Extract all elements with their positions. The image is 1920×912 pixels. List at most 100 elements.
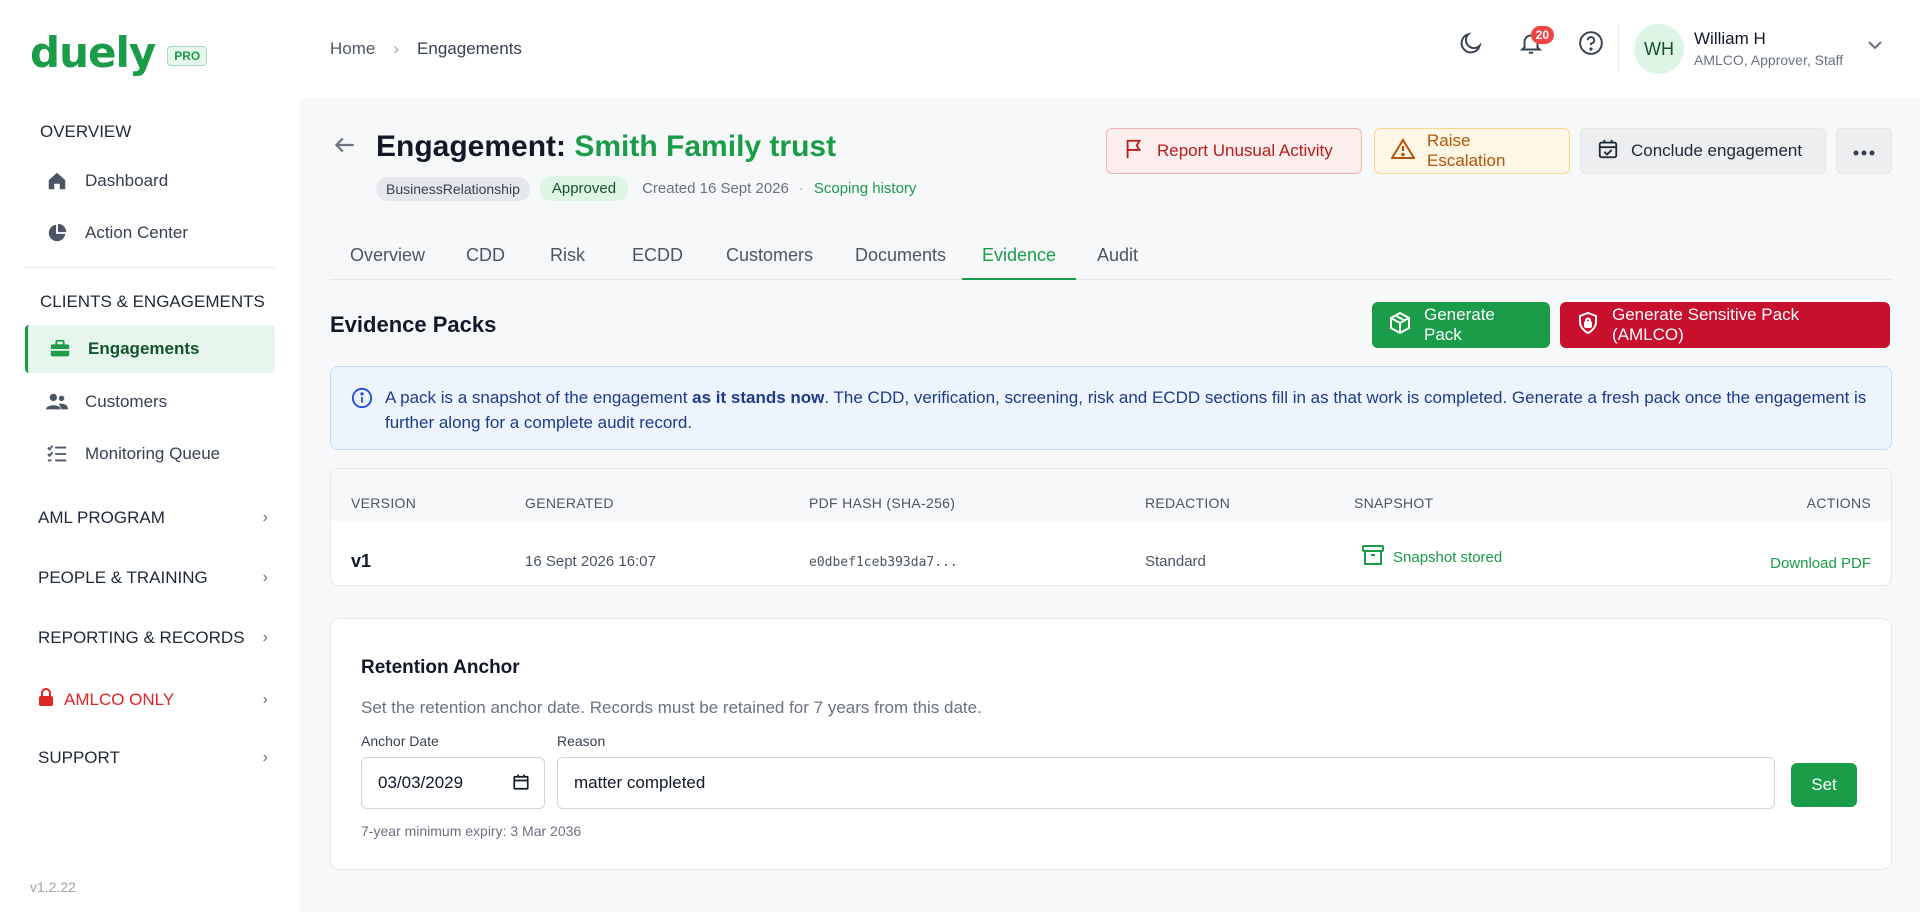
reason-label: Reason [557, 733, 606, 749]
generate-sensitive-label: Generate Sensitive Pack (AMLCO) [1612, 305, 1800, 344]
user-name[interactable]: William H [1694, 29, 1766, 49]
top-header: Home › Engagements 20 WH William H AMLCO… [300, 0, 1920, 98]
archive-icon [1361, 543, 1385, 571]
chevron-right-icon: › [262, 509, 268, 526]
tab-risk[interactable]: Risk [530, 245, 605, 280]
created-date: Created 16 Sept 2026 [642, 180, 789, 197]
sidebar-group-label: AML PROGRAM [38, 508, 165, 527]
arrow-left-icon [332, 137, 358, 162]
info-text-bold: as it stands now [692, 388, 825, 407]
pro-badge: PRO [167, 45, 208, 66]
sidebar-item-label: Action Center [85, 223, 188, 242]
sidebar-group-people-training[interactable]: PEOPLE & TRAINING › [38, 568, 268, 588]
back-button[interactable] [332, 132, 358, 163]
minimum-expiry-hint: 7-year minimum expiry: 3 Mar 2036 [361, 823, 582, 839]
breadcrumb-home[interactable]: Home [330, 39, 375, 59]
breadcrumb: Home › Engagements [330, 39, 522, 59]
sidebar-group-support[interactable]: SUPPORT › [38, 748, 268, 768]
sidebar-item-label: Dashboard [85, 171, 169, 190]
lock-icon [38, 688, 54, 711]
anchor-date-input[interactable]: 03/03/2029 [361, 757, 545, 809]
header-divider [1618, 24, 1619, 72]
sidebar-group-label: PEOPLE & TRAINING [38, 568, 208, 587]
report-unusual-activity-button[interactable]: Report Unusual Activity [1106, 128, 1362, 174]
column-header-generated: GENERATED [525, 495, 614, 511]
tab-customers[interactable]: Customers [706, 245, 833, 280]
help-button[interactable] [1576, 30, 1606, 60]
sidebar-item-customers[interactable]: Customers [25, 378, 275, 426]
report-label: Report Unusual Activity [1157, 141, 1333, 160]
generate-sensitive-pack-button[interactable]: Generate Sensitive Pack (AMLCO) [1560, 302, 1890, 348]
flag-icon [1123, 138, 1145, 165]
sidebar-group-amlco-only[interactable]: AMLCO ONLY › [38, 688, 268, 711]
breadcrumb-current[interactable]: Engagements [417, 39, 522, 59]
notifications-button[interactable]: 20 [1516, 26, 1554, 60]
column-header-pdf-hash: PDF HASH (SHA-256) [809, 495, 956, 511]
sidebar-item-label: Customers [85, 392, 168, 411]
cell-pdf-hash: e0dbef1ceb393da7... [809, 555, 958, 570]
sidebar-group-label: REPORTING & RECORDS [38, 628, 245, 647]
set-button[interactable]: Set [1791, 763, 1857, 807]
user-menu-toggle[interactable] [1866, 36, 1884, 59]
engagement-name: Smith Family trust [574, 130, 837, 163]
retention-anchor-card: Retention Anchor Set the retention ancho… [330, 618, 1892, 870]
info-callout: A pack is a snapshot of the engagement a… [330, 366, 1892, 450]
conclude-label: Conclude engagement [1631, 141, 1803, 160]
anchor-date-label: Anchor Date [361, 733, 439, 749]
cell-version: v1 [351, 551, 372, 571]
cell-snapshot: Snapshot stored [1361, 543, 1502, 571]
download-pdf-link[interactable]: Download PDF [1770, 555, 1871, 572]
chevron-right-icon: › [262, 749, 268, 766]
chevron-down-icon [1866, 41, 1884, 58]
tab-evidence[interactable]: Evidence [962, 245, 1077, 280]
sidebar-item-label: Monitoring Queue [85, 444, 221, 463]
page-title-prefix: Engagement: [376, 130, 567, 163]
tab-audit[interactable]: Audit [1077, 245, 1158, 280]
nav-divider [25, 267, 275, 268]
sidebar-item-dashboard[interactable]: Dashboard [25, 157, 275, 205]
tab-overview[interactable]: Overview [330, 245, 445, 280]
help-circle-icon [1578, 30, 1604, 61]
avatar[interactable]: WH [1634, 24, 1684, 74]
sidebar-item-label: Engagements [88, 339, 200, 358]
sidebar-item-action-center[interactable]: Action Center [25, 209, 275, 257]
chevron-right-icon: › [262, 569, 268, 586]
retention-anchor-description: Set the retention anchor date. Records m… [361, 698, 982, 717]
breadcrumb-separator: › [393, 39, 400, 58]
raise-escalation-button[interactable]: Raise Escalation [1374, 128, 1570, 174]
page-title: Engagement: Smith Family trust [376, 130, 836, 164]
scoping-history-link[interactable]: Scoping history [814, 180, 917, 197]
engagement-type-chip: BusinessRelationship [376, 176, 530, 201]
tab-cdd[interactable]: CDD [446, 245, 525, 280]
more-actions-button[interactable] [1836, 128, 1892, 174]
sidebar-group-aml-program[interactable]: AML PROGRAM › [38, 508, 268, 528]
nav-heading-overview: OVERVIEW [40, 122, 132, 141]
reason-input[interactable]: matter completed [557, 757, 1775, 809]
users-icon [45, 390, 69, 414]
sidebar-item-engagements[interactable]: Engagements [25, 325, 275, 373]
conclude-engagement-button[interactable]: Conclude engagement [1580, 128, 1826, 174]
calendar-check-icon [1597, 138, 1619, 165]
column-header-redaction: REDACTION [1145, 495, 1231, 511]
sidebar-item-monitoring-queue[interactable]: Monitoring Queue [25, 430, 275, 478]
retention-anchor-title: Retention Anchor [361, 657, 520, 678]
sidebar-group-reporting-records[interactable]: REPORTING & RECORDS › [38, 628, 268, 648]
brand-name: duely [30, 28, 156, 77]
notification-count-badge: 20 [1530, 26, 1554, 44]
generate-pack-button[interactable]: Generate Pack [1372, 302, 1550, 348]
sidebar-group-label: AMLCO ONLY [64, 689, 175, 709]
info-text-before: A pack is a snapshot of the engagement [385, 388, 693, 407]
user-roles: AMLCO, Approver, Staff [1694, 52, 1844, 68]
tab-ecdd[interactable]: ECDD [612, 245, 703, 280]
calendar-icon[interactable] [512, 773, 530, 796]
raise-label: Raise Escalation [1427, 131, 1506, 170]
evidence-packs-table: VERSION GENERATED PDF HASH (SHA-256) RED… [330, 468, 1892, 586]
moon-icon [1458, 30, 1484, 61]
warning-triangle-icon [1390, 137, 1416, 165]
logo[interactable]: duely PRO [30, 28, 208, 77]
cell-redaction: Standard [1145, 553, 1206, 570]
tab-documents[interactable]: Documents [835, 245, 966, 280]
engagement-tabs: Overview CDD Risk ECDD Customers Documen… [330, 233, 1892, 280]
dark-mode-toggle[interactable] [1456, 30, 1486, 60]
info-icon [351, 387, 373, 416]
